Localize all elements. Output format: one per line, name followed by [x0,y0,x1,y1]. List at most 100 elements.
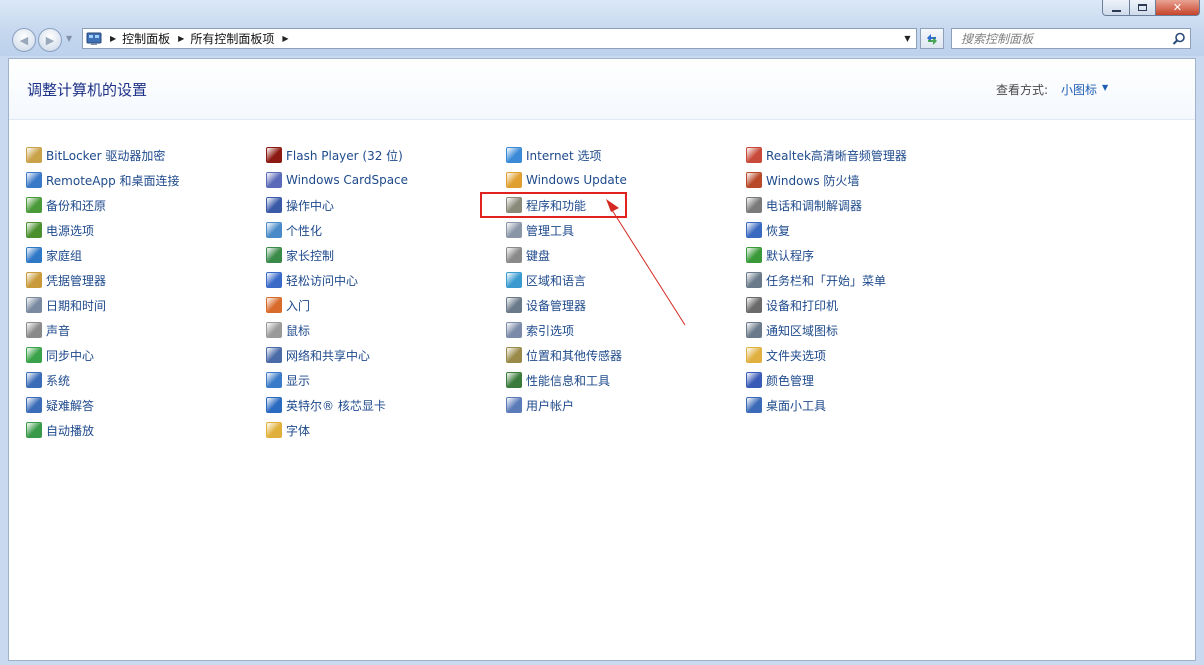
mouse-icon [266,322,282,338]
cp-item-troubleshoot[interactable]: 疑难解答 [26,396,94,414]
cp-item-color-management[interactable]: 颜色管理 [746,371,814,389]
cp-item-personalize[interactable]: 个性化 [266,221,322,239]
cp-item-label: 桌面小工具 [766,398,827,413]
cp-item-label: 日期和时间 [46,298,107,313]
chevron-down-icon[interactable]: ▼ [1102,83,1108,92]
cp-item-label: 鼠标 [286,323,311,338]
forward-button[interactable]: ▶ [38,28,62,52]
cp-item-label: Internet 选项 [526,148,602,163]
view-by-dropdown[interactable]: 小图标 [1061,81,1097,98]
breadcrumb-all-items[interactable]: 所有控制面板项 [190,30,274,47]
cp-item-backup[interactable]: 备份和还原 [26,196,106,214]
autoplay-icon [26,422,42,438]
cp-item-performance[interactable]: 性能信息和工具 [506,371,610,389]
chevron-right-icon[interactable]: ▶ [282,34,288,43]
search-icon[interactable] [1172,32,1186,46]
performance-icon [506,372,522,388]
minimize-button[interactable] [1102,0,1130,16]
cp-item-label: 字体 [286,423,311,438]
cp-item-sensor[interactable]: 位置和其他传感器 [506,346,622,364]
cp-item-power[interactable]: 电源选项 [26,221,94,239]
close-button[interactable]: ✕ [1156,0,1200,16]
recent-pages-dropdown[interactable]: ▼ [66,34,72,43]
cp-item-parental-control[interactable]: 家长控制 [266,246,334,264]
cp-item-fonts[interactable]: 字体 [266,421,310,439]
cp-item-label: 电话和调制解调器 [766,198,863,213]
address-bar[interactable]: ▶ 控制面板 ▶ 所有控制面板项 ▶ ▼ [82,28,917,49]
cp-item-admin-tools[interactable]: 管理工具 [506,221,574,239]
cp-item-windows-update[interactable]: Windows Update [506,171,627,189]
maximize-button[interactable] [1130,0,1156,16]
cp-item-internet-options[interactable]: Internet 选项 [506,146,601,164]
cp-item-label: 自动播放 [46,423,95,438]
cp-item-keyboard[interactable]: 键盘 [506,246,550,264]
cp-item-flag[interactable]: 操作中心 [266,196,334,214]
speaker-icon [26,322,42,338]
globe-icon [506,272,522,288]
chevron-right-icon[interactable]: ▶ [110,34,116,43]
cp-item-gadgets[interactable]: 桌面小工具 [746,396,826,414]
cp-item-users[interactable]: 用户帐户 [506,396,574,414]
search-box[interactable] [951,28,1191,49]
cp-item-indexing[interactable]: 索引选项 [506,321,574,339]
cp-item-autoplay[interactable]: 自动播放 [26,421,94,439]
cp-item-label: 网络和共享中心 [286,348,371,363]
cp-item-folder-options[interactable]: 文件夹选项 [746,346,826,364]
chevron-down-icon: ▼ [904,34,911,43]
cp-item-label: 位置和其他传感器 [526,348,623,363]
cp-item-recovery[interactable]: 恢复 [746,221,790,239]
fonts-icon [266,422,282,438]
cp-item-key[interactable]: BitLocker 驱动器加密 [26,146,165,164]
header-band: 调整计算机的设置 查看方式: 小图标 ▼ [9,59,1195,120]
cp-item-taskbar[interactable]: 任务栏和「开始」菜单 [746,271,886,289]
back-button[interactable]: ◀ [12,28,36,52]
cp-item-remote-desktop[interactable]: RemoteApp 和桌面连接 [26,171,180,189]
cp-item-vault[interactable]: 凭据管理器 [26,271,106,289]
cp-item-globe[interactable]: 区域和语言 [506,271,586,289]
cp-item-intel-graphics[interactable]: 英特尔® 核芯显卡 [266,396,386,414]
remote-desktop-icon [26,172,42,188]
cp-item-firewall[interactable]: Windows 防火墙 [746,171,859,189]
cp-item-label: 个性化 [286,223,323,238]
view-by-label: 查看方式: [996,83,1049,97]
cp-item-label: 设备和打印机 [766,298,839,313]
cp-item-device-manager[interactable]: 设备管理器 [506,296,586,314]
cp-item-ease-of-access[interactable]: 轻松访问中心 [266,271,358,289]
troubleshoot-icon [26,397,42,413]
cp-item-default-programs[interactable]: 默认程序 [746,246,814,264]
cp-item-label: 恢复 [766,223,791,238]
system-icon [26,372,42,388]
cp-item-printer[interactable]: 设备和打印机 [746,296,838,314]
cp-item-mouse[interactable]: 鼠标 [266,321,310,339]
cp-item-audio-manager[interactable]: Realtek高清晰音频管理器 [746,146,907,164]
cp-item-label: 任务栏和「开始」菜单 [766,273,887,288]
cp-item-notification-area[interactable]: 通知区域图标 [746,321,838,339]
internet-options-icon [506,147,522,163]
cp-item-system[interactable]: 系统 [26,371,70,389]
keyboard-icon [506,247,522,263]
cp-item-getting-started[interactable]: 入门 [266,296,310,314]
cp-item-label: Flash Player (32 位) [286,148,403,163]
cp-item-homegroup[interactable]: 家庭组 [26,246,82,264]
ease-of-access-icon [266,272,282,288]
cp-item-phone-modem[interactable]: 电话和调制解调器 [746,196,862,214]
cp-item-label: Windows Update [526,173,627,187]
cp-item-label: 管理工具 [526,223,575,238]
cp-item-label: 家庭组 [46,248,83,263]
breadcrumb-control-panel[interactable]: 控制面板 [122,30,170,47]
address-dropdown-button[interactable]: ▼ [899,29,916,48]
search-input[interactable] [952,29,1176,48]
cp-item-cardspace[interactable]: Windows CardSpace [266,171,408,189]
cp-item-display[interactable]: 显示 [266,371,310,389]
refresh-button[interactable] [920,28,944,49]
cp-item-flash[interactable]: Flash Player (32 位) [266,146,403,164]
cp-item-sync[interactable]: 同步中心 [26,346,94,364]
cp-item-label: 显示 [286,373,311,388]
refresh-icon [927,33,937,45]
cp-item-clock[interactable]: 日期和时间 [26,296,106,314]
cp-item-speaker[interactable]: 声音 [26,321,70,339]
chevron-right-icon[interactable]: ▶ [178,34,184,43]
cp-item-network[interactable]: 网络和共享中心 [266,346,370,364]
homegroup-icon [26,247,42,263]
cp-item-label: 轻松访问中心 [286,273,359,288]
